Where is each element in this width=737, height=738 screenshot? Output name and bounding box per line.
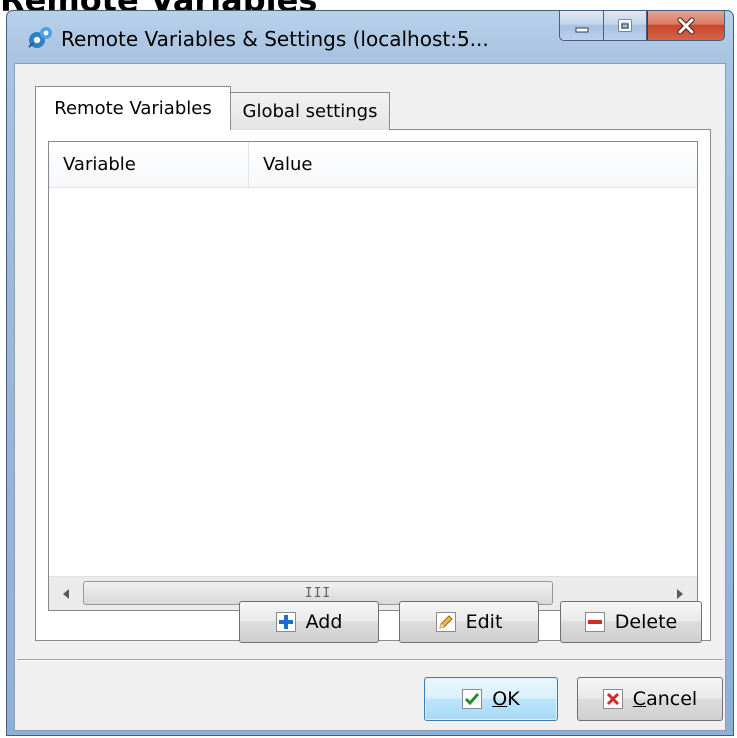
minus-icon	[584, 612, 605, 632]
cancel-mnemonic: C	[632, 688, 647, 710]
ok-mnemonic: O	[492, 688, 508, 710]
tab-remote-variables[interactable]: Remote Variables	[35, 86, 231, 130]
title-bar[interactable]: Remote Variables & Settings (localhost:5…	[7, 11, 733, 63]
minimize-button[interactable]	[559, 11, 603, 41]
app-gears-icon	[28, 27, 52, 48]
column-header-variable[interactable]: Variable	[49, 142, 249, 188]
dialog-client-area: Remote Variables Global settings Variabl…	[14, 63, 726, 731]
tab-global-settings[interactable]: Global settings	[230, 92, 390, 130]
scroll-left-button[interactable]	[49, 577, 83, 610]
close-icon	[677, 17, 695, 34]
delete-button-label: Delete	[614, 611, 678, 633]
minimize-icon	[575, 27, 588, 32]
plus-icon	[275, 612, 296, 632]
edit-button[interactable]: Edit	[399, 601, 539, 643]
dialog-window: Remote Variables & Settings (localhost:5…	[6, 10, 734, 736]
maximize-icon	[618, 19, 632, 31]
x-icon	[602, 689, 623, 709]
pencil-icon	[435, 612, 456, 632]
arrow-left-icon	[63, 588, 69, 599]
arrow-right-icon	[677, 588, 683, 599]
variables-list[interactable]: Variable Value III	[48, 141, 698, 611]
column-header-value[interactable]: Value	[249, 142, 697, 188]
cancel-label-rest: ancel	[646, 688, 698, 710]
checkmark-icon	[462, 689, 483, 709]
edit-button-label: Edit	[465, 611, 503, 633]
ok-label-rest: K	[507, 688, 520, 710]
window-title: Remote Variables & Settings (localhost:5…	[61, 27, 489, 51]
maximize-button[interactable]	[603, 11, 647, 41]
ok-button-label: OK	[492, 688, 519, 710]
footer-separator	[17, 659, 723, 661]
add-button[interactable]: Add	[239, 601, 379, 643]
add-button-label: Add	[305, 611, 343, 633]
cancel-button-label: Cancel	[633, 688, 697, 710]
close-button[interactable]	[647, 11, 725, 41]
cancel-button[interactable]: Cancel	[577, 677, 723, 721]
ok-button[interactable]: OK	[424, 677, 558, 721]
tab-panel-remote-variables: Variable Value III	[35, 129, 711, 641]
scroll-grip: III	[304, 585, 332, 601]
delete-button[interactable]: Delete	[560, 601, 702, 643]
caption-buttons	[559, 11, 725, 43]
